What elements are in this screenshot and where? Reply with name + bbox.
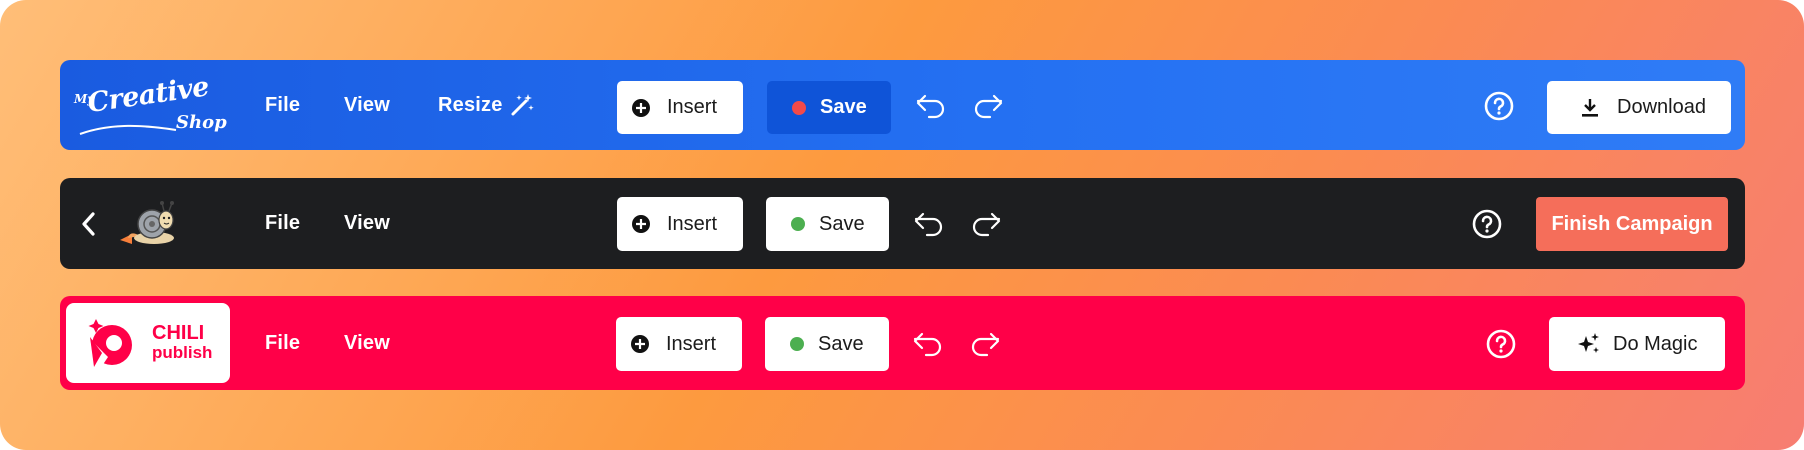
insert-label: Insert — [666, 332, 717, 355]
help-icon[interactable] — [1484, 91, 1514, 121]
help-icon[interactable] — [1486, 329, 1516, 359]
insert-button[interactable]: Insert — [617, 197, 743, 251]
chili-brand-line2: publish — [152, 343, 213, 362]
finish-campaign-button[interactable]: Finish Campaign — [1536, 197, 1728, 251]
menu-file[interactable]: File — [265, 332, 300, 355]
menu-view[interactable]: View — [344, 94, 390, 117]
save-button[interactable]: Save — [767, 81, 891, 134]
download-icon — [1582, 98, 1598, 117]
redo-icon[interactable] — [970, 211, 1002, 237]
background-canvas: My Creative Shop File View Resize Insert… — [0, 0, 1804, 450]
undo-icon[interactable] — [912, 331, 944, 357]
finish-campaign-label: Finish Campaign — [1551, 212, 1713, 235]
save-status-dot — [792, 100, 806, 115]
logo-swoosh-icon — [79, 124, 177, 135]
plus-circle-icon — [632, 215, 650, 233]
do-magic-button[interactable]: Do Magic — [1549, 317, 1725, 371]
toolbar-chili: CHILI publish File View Insert Save Do M… — [60, 296, 1745, 390]
save-status-dot — [790, 337, 804, 351]
chili-publish-logo-icon — [88, 319, 132, 369]
help-icon[interactable] — [1472, 209, 1502, 239]
save-button[interactable]: Save — [765, 317, 889, 371]
save-label: Save — [818, 332, 864, 355]
chili-publish-logo[interactable]: CHILI publish — [66, 303, 230, 383]
download-button[interactable]: Download — [1547, 81, 1731, 134]
plus-circle-icon — [632, 98, 650, 117]
download-label: Download — [1617, 96, 1706, 118]
menu-file[interactable]: File — [265, 212, 300, 235]
do-magic-label: Do Magic — [1613, 332, 1698, 355]
logo-text-shop: Shop — [176, 112, 227, 133]
menu-file[interactable]: File — [265, 94, 300, 117]
insert-button[interactable]: Insert — [616, 317, 742, 371]
back-chevron-icon[interactable] — [80, 211, 98, 237]
undo-icon[interactable] — [913, 211, 945, 237]
redo-icon[interactable] — [969, 331, 1001, 357]
magic-wand-icon[interactable] — [509, 92, 535, 118]
insert-label: Insert — [667, 212, 718, 235]
snail-mascot-icon — [120, 201, 174, 244]
undo-icon[interactable] — [915, 93, 947, 119]
chili-brand-text: CHILI publish — [152, 323, 212, 363]
save-status-dot — [791, 217, 805, 231]
plus-circle-icon — [631, 335, 649, 353]
save-button[interactable]: Save — [766, 197, 889, 251]
chili-brand-line1: CHILI — [152, 322, 205, 344]
sparkles-icon — [1578, 333, 1599, 353]
menu-view[interactable]: View — [344, 332, 390, 355]
toolbar-dark: File View Insert Save Finish Campaign — [60, 178, 1745, 269]
save-label: Save — [819, 212, 865, 235]
insert-button[interactable]: Insert — [617, 81, 743, 134]
menu-view[interactable]: View — [344, 212, 390, 235]
save-label: Save — [820, 96, 867, 118]
mycreativeshop-logo[interactable]: My Creative Shop — [72, 71, 227, 138]
menu-resize[interactable]: Resize — [438, 94, 503, 117]
toolbar-mycreativeshop: My Creative Shop File View Resize Insert… — [60, 60, 1745, 150]
redo-icon[interactable] — [972, 93, 1004, 119]
insert-label: Insert — [667, 96, 718, 118]
